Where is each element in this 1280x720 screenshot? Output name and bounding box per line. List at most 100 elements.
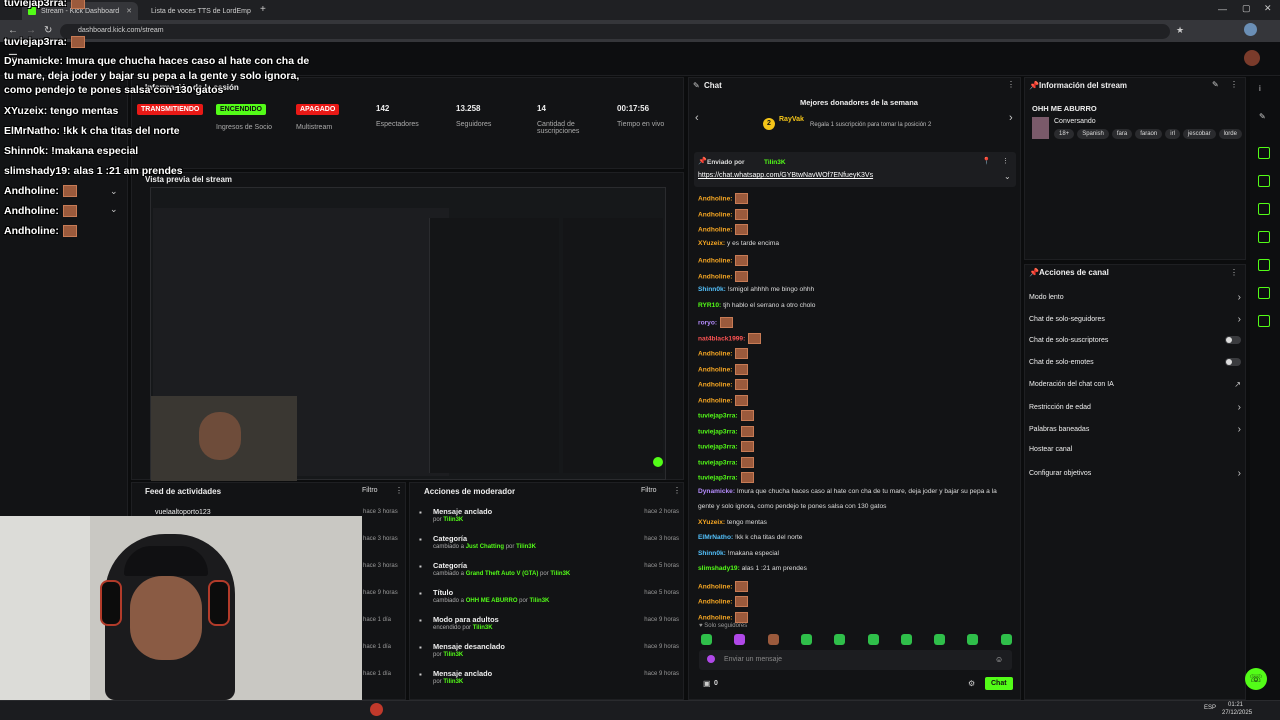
emote-shortcut[interactable] <box>1000 634 1012 645</box>
stream-tag[interactable]: faraon <box>1135 129 1163 139</box>
chat-username[interactable]: Andholine: <box>698 195 732 202</box>
more-icon[interactable]: ⋮ <box>673 486 681 495</box>
user-avatar[interactable] <box>1244 50 1260 66</box>
channel-action-row[interactable]: Hostear canal <box>1029 446 1241 453</box>
chat-username[interactable]: roryo: <box>698 319 717 326</box>
chevron-right-icon[interactable]: › <box>1009 112 1013 124</box>
chat-username[interactable]: Andholine: <box>698 397 732 404</box>
minimize-icon[interactable]: — <box>1218 4 1227 14</box>
chat-username[interactable]: XYuzeix: <box>698 519 725 526</box>
mod-action-highlight[interactable]: OHH ME ABURRO <box>466 598 518 604</box>
rail-tool-icon[interactable] <box>1258 203 1270 215</box>
mod-action-highlight[interactable]: Just Chatting <box>466 544 504 550</box>
emote-shortcut[interactable] <box>734 634 746 645</box>
chevron-right-icon[interactable]: › <box>1238 424 1241 435</box>
channel-action-row[interactable]: Palabras baneadas › <box>1029 424 1241 435</box>
donor-cta[interactable]: Regala 1 suscripción para tomar la posic… <box>810 122 931 128</box>
back-icon[interactable]: ← <box>8 25 18 36</box>
chat-username[interactable]: tuviejap3rra: <box>698 459 738 466</box>
channel-action-row[interactable]: Chat de solo-seguidores › <box>1029 314 1241 325</box>
edit-icon[interactable]: ✎ <box>1212 80 1219 89</box>
tab-tts-list[interactable]: Lista de voces TTS de LordEmp ✕ <box>140 2 252 20</box>
toggle-switch[interactable] <box>1225 336 1241 344</box>
chat-username[interactable]: Andholine: <box>698 598 732 605</box>
emote-shortcut[interactable] <box>701 634 712 645</box>
stream-tag[interactable]: Spanish <box>1077 129 1109 139</box>
chevron-right-icon[interactable]: › <box>1238 402 1241 413</box>
chat-username[interactable]: tuviejap3rra: <box>698 443 738 450</box>
chevron-left-icon[interactable]: ‹ <box>695 112 699 124</box>
chat-username[interactable]: Andholine: <box>698 381 732 388</box>
chevron-down-icon[interactable]: ⌄ <box>110 186 118 197</box>
info-icon[interactable]: i <box>1259 84 1261 93</box>
mod-action-highlight[interactable]: Tilin3K <box>443 679 463 685</box>
mod-action-highlight[interactable]: Tilin3K <box>473 625 493 631</box>
chat-username[interactable]: Andholine: <box>698 273 732 280</box>
channel-action-row[interactable]: Moderación del chat con IA ↗ <box>1029 380 1241 389</box>
close-window-icon[interactable]: ✕ <box>1264 3 1272 14</box>
mod-action-by[interactable]: Tilin3K <box>550 571 570 577</box>
mod-action-highlight[interactable]: Tilin3K <box>443 517 463 523</box>
stream-tag[interactable]: jescobar <box>1182 129 1216 139</box>
toggle-switch[interactable] <box>1225 358 1241 366</box>
bookmark-star-icon[interactable]: ★ <box>1176 25 1184 36</box>
rail-tool-icon[interactable] <box>1258 259 1270 271</box>
stream-tag[interactable]: irl <box>1165 129 1180 139</box>
chat-username[interactable]: RYR10: <box>698 302 721 309</box>
more-icon[interactable]: ⋮ <box>1007 80 1015 89</box>
rail-wrench-icon[interactable] <box>1258 315 1270 327</box>
channel-action-row[interactable]: Configurar objetivos › <box>1029 468 1241 479</box>
activity-filter-button[interactable]: Filtro <box>362 487 378 494</box>
stream-tag[interactable]: lorde <box>1218 129 1242 139</box>
more-icon[interactable]: ⋮ <box>1002 157 1009 165</box>
emote-picker-icon[interactable] <box>707 655 715 663</box>
emote-shortcut[interactable] <box>767 634 779 645</box>
clock-date[interactable]: 27/12/2025 <box>1222 710 1252 716</box>
chat-username[interactable]: Andholine: <box>698 350 732 357</box>
emote-shortcut[interactable] <box>867 634 879 645</box>
rail-tool-icon[interactable] <box>1258 175 1270 187</box>
profile-avatar[interactable] <box>1244 23 1257 36</box>
pinned-link[interactable]: https://chat.whatsapp.com/GYBtwNavWOf7EN… <box>698 172 873 179</box>
mod-action-by[interactable]: Tilin3K <box>516 544 536 550</box>
rail-tool-icon[interactable] <box>1258 147 1270 159</box>
mod-action-by[interactable]: Tilin3K <box>530 598 550 604</box>
chat-username[interactable]: tuviejap3rra: <box>698 474 738 481</box>
more-icon[interactable]: ⋮ <box>1230 268 1238 277</box>
obs-taskbar-icon[interactable] <box>370 703 383 716</box>
gift-icon[interactable]: ▣ <box>703 679 711 688</box>
chat-username[interactable]: Andholine: <box>698 211 732 218</box>
language-indicator[interactable]: ESP <box>1204 705 1216 711</box>
chat-username[interactable]: slimshady19: <box>698 565 740 572</box>
maximize-icon[interactable]: ▢ <box>1242 3 1251 14</box>
close-tab-icon[interactable]: ✕ <box>126 7 132 15</box>
channel-action-row[interactable]: Chat de solo-suscriptores <box>1029 336 1241 344</box>
rail-chat-icon[interactable] <box>1258 231 1270 243</box>
stream-tag[interactable]: 18+ <box>1054 129 1075 139</box>
unpin-icon[interactable]: 📍 <box>982 157 991 165</box>
emote-shortcut[interactable] <box>800 634 812 645</box>
chevron-right-icon[interactable]: › <box>1238 468 1241 479</box>
chat-username[interactable]: Andholine: <box>698 257 732 264</box>
more-icon[interactable]: ⋮ <box>1230 80 1238 89</box>
chat-username[interactable]: XYuzeix: <box>698 240 725 247</box>
moderator-filter-button[interactable]: Filtro <box>641 487 657 494</box>
chat-username[interactable]: Andholine: <box>698 583 732 590</box>
emote-shortcut[interactable] <box>900 634 912 645</box>
activity-user[interactable]: vuelaaltoporto123 <box>155 509 211 516</box>
chat-username[interactable]: Shinn0k: <box>698 286 726 293</box>
edit-icon[interactable]: ✎ <box>1259 112 1266 121</box>
url-field[interactable]: dashboard.kick.com/stream <box>60 24 1170 39</box>
new-tab-icon[interactable]: + <box>260 4 266 15</box>
rail-tool-icon[interactable] <box>1258 287 1270 299</box>
send-chat-button[interactable]: Chat <box>985 677 1013 690</box>
pinned-by-user[interactable]: Tilin3K <box>764 159 786 166</box>
emote-shortcut[interactable] <box>934 634 946 645</box>
chevron-down-icon[interactable]: ⌄ <box>1004 172 1011 181</box>
clock-time[interactable]: 01:21 <box>1228 702 1243 708</box>
chat-username[interactable]: Shinn0k: <box>698 550 726 557</box>
emoji-icon[interactable]: ☺ <box>995 655 1003 664</box>
emote-shortcut[interactable] <box>834 634 846 645</box>
chevron-right-icon[interactable]: › <box>1238 292 1241 303</box>
support-chat-icon[interactable]: ☏ <box>1245 668 1267 690</box>
